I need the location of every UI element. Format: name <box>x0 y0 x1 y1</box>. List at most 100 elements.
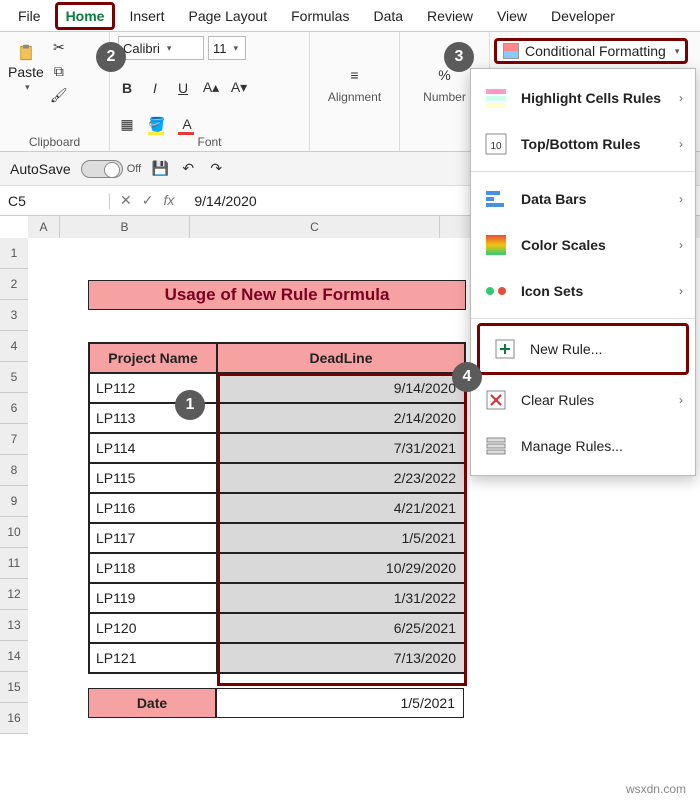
fx-icon[interactable]: fx <box>163 192 174 209</box>
font-name-select[interactable]: Calibri▾ <box>118 36 204 60</box>
chevron-right-icon: › <box>679 393 683 407</box>
group-label-font: Font <box>110 135 309 149</box>
row-header[interactable]: 8 <box>0 455 28 486</box>
row-header[interactable]: 15 <box>0 672 28 703</box>
data-table: Project Name DeadLine LP1129/14/2020 LP1… <box>88 342 466 674</box>
table-row[interactable]: LP1147/31/2021 <box>89 433 465 463</box>
redo-icon[interactable]: ↷ <box>207 160 225 178</box>
bold-button[interactable]: B <box>118 79 136 97</box>
tab-formulas[interactable]: Formulas <box>281 2 359 30</box>
font-color-icon[interactable]: A <box>178 115 196 133</box>
data-bars-icon <box>483 186 509 212</box>
col-header-a[interactable]: A <box>28 216 60 238</box>
format-painter-icon[interactable]: 🖌 <box>50 86 68 104</box>
table-row[interactable]: LP1129/14/2020 <box>89 373 465 403</box>
autosave-toggle[interactable] <box>81 160 123 178</box>
cell-deadline: 1/5/2021 <box>217 523 465 553</box>
tab-view[interactable]: View <box>487 2 537 30</box>
col-header-b[interactable]: B <box>60 216 190 238</box>
chevron-right-icon: › <box>679 238 683 252</box>
undo-icon[interactable]: ↶ <box>179 160 197 178</box>
borders-icon[interactable]: ▦ <box>118 115 136 133</box>
conditional-formatting-icon <box>503 43 519 59</box>
header-project: Project Name <box>89 343 217 373</box>
save-icon[interactable]: 💾 <box>151 160 169 178</box>
italic-button[interactable]: I <box>146 79 164 97</box>
font-size-select[interactable]: 11▾ <box>208 36 246 60</box>
cf-manage-rules[interactable]: Manage Rules... <box>471 423 695 469</box>
row-header[interactable]: 6 <box>0 393 28 424</box>
paste-icon <box>17 44 35 62</box>
table-row[interactable]: LP1152/23/2022 <box>89 463 465 493</box>
cell-project: LP116 <box>89 493 217 523</box>
tab-data[interactable]: Data <box>363 2 413 30</box>
step-badge-2: 2 <box>96 42 126 72</box>
cell-project: LP115 <box>89 463 217 493</box>
enter-formula-icon[interactable]: ✓ <box>142 192 154 209</box>
align-icon[interactable]: ≡ <box>346 66 364 84</box>
cf-data-bars[interactable]: Data Bars › <box>471 176 695 222</box>
cf-color-scales[interactable]: Color Scales › <box>471 222 695 268</box>
row-header[interactable]: 3 <box>0 300 28 331</box>
cell-deadline: 9/14/2020 <box>217 373 465 403</box>
tab-page-layout[interactable]: Page Layout <box>178 2 277 30</box>
col-header-c[interactable]: C <box>190 216 440 238</box>
conditional-formatting-button[interactable]: Conditional Formatting ▾ <box>494 38 688 64</box>
copy-icon[interactable]: ⧉ <box>50 62 68 80</box>
decrease-font-icon[interactable]: A▾ <box>230 79 248 97</box>
row-header[interactable]: 2 <box>0 269 28 300</box>
underline-button[interactable]: U <box>174 79 192 97</box>
table-row[interactable]: LP1164/21/2021 <box>89 493 465 523</box>
number-label: Number <box>423 90 466 104</box>
cell-deadline: 2/23/2022 <box>217 463 465 493</box>
menu-label: Highlight Cells Rules <box>521 90 667 106</box>
table-row[interactable]: LP1206/25/2021 <box>89 613 465 643</box>
cf-highlight-cells-rules[interactable]: Highlight Cells Rules › <box>471 75 695 121</box>
tab-home[interactable]: Home <box>55 2 116 30</box>
paste-button[interactable]: Paste ▾ <box>8 44 44 104</box>
menu-label: Manage Rules... <box>521 438 683 454</box>
tab-insert[interactable]: Insert <box>119 2 174 30</box>
chevron-right-icon: › <box>679 137 683 151</box>
row-header[interactable]: 10 <box>0 517 28 548</box>
increase-font-icon[interactable]: A▴ <box>202 79 220 97</box>
top-bottom-icon: 10 <box>483 131 509 157</box>
row-header[interactable]: 4 <box>0 331 28 362</box>
step-badge-4: 4 <box>452 362 482 392</box>
step-badge-1: 1 <box>175 390 205 420</box>
table-row[interactable]: LP1171/5/2021 <box>89 523 465 553</box>
row-header[interactable]: 14 <box>0 641 28 672</box>
group-font: Calibri▾ 11▾ B I U A▴ A▾ ▦ 🪣 A Font <box>110 32 310 151</box>
icon-sets-icon <box>483 278 509 304</box>
row-header[interactable]: 1 <box>0 238 28 269</box>
cell-project: LP118 <box>89 553 217 583</box>
cf-clear-rules[interactable]: Clear Rules › <box>471 377 695 423</box>
color-scales-icon <box>483 232 509 258</box>
cell-deadline: 1/31/2022 <box>217 583 465 613</box>
watermark: wsxdn.com <box>626 782 686 796</box>
row-header[interactable]: 12 <box>0 579 28 610</box>
cf-top-bottom-rules[interactable]: 10 Top/Bottom Rules › <box>471 121 695 167</box>
tab-review[interactable]: Review <box>417 2 483 30</box>
cancel-formula-icon[interactable]: ✕ <box>120 192 132 209</box>
row-header[interactable]: 11 <box>0 548 28 579</box>
header-deadline: DeadLine <box>217 343 465 373</box>
tab-developer[interactable]: Developer <box>541 2 625 30</box>
row-header[interactable]: 16 <box>0 703 28 734</box>
cf-icon-sets[interactable]: Icon Sets › <box>471 268 695 314</box>
name-box[interactable]: C5 <box>0 193 110 209</box>
table-row[interactable]: LP1191/31/2022 <box>89 583 465 613</box>
group-label-clipboard: Clipboard <box>0 135 109 149</box>
row-header[interactable]: 9 <box>0 486 28 517</box>
table-row[interactable]: LP1132/14/2020 <box>89 403 465 433</box>
table-row[interactable]: LP1217/13/2020 <box>89 643 465 673</box>
cut-icon[interactable]: ✂ <box>50 38 68 56</box>
date-value[interactable]: 1/5/2021 <box>216 688 464 718</box>
table-row[interactable]: LP11810/29/2020 <box>89 553 465 583</box>
row-header[interactable]: 7 <box>0 424 28 455</box>
row-header[interactable]: 13 <box>0 610 28 641</box>
fill-color-icon[interactable]: 🪣 <box>148 115 166 133</box>
tab-file[interactable]: File <box>8 2 51 30</box>
row-header[interactable]: 5 <box>0 362 28 393</box>
cf-new-rule[interactable]: New Rule... <box>477 323 689 375</box>
